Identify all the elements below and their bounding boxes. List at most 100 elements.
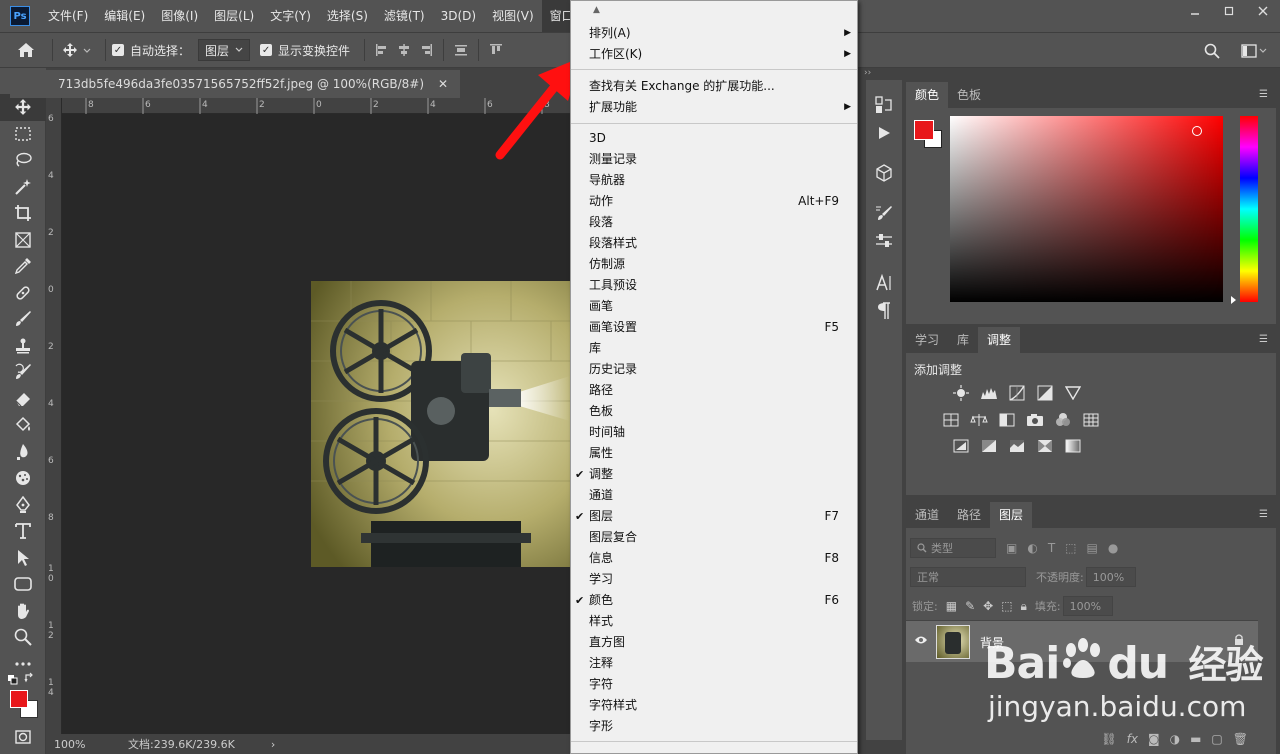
hue-slider[interactable] xyxy=(1240,116,1258,302)
curves-icon[interactable] xyxy=(1008,385,1026,401)
window-menu-item[interactable]: 动作 Alt+F9 xyxy=(571,191,857,212)
window-menu-item[interactable]: 段落 xyxy=(571,212,857,233)
layer-filter-select[interactable]: 类型 xyxy=(910,538,996,558)
tab-swatches[interactable]: 色板 xyxy=(948,82,990,108)
window-menu-item[interactable]: 注释 xyxy=(571,653,857,674)
window-menu-item[interactable]: 工具预设 xyxy=(571,275,857,296)
window-menu-item[interactable]: 字符 xyxy=(571,674,857,695)
lock-all-icon[interactable]: 🔒︎ xyxy=(1021,599,1027,614)
auto-select-dropdown[interactable]: 图层 xyxy=(198,39,251,61)
window-menu-item[interactable]: 学习 xyxy=(571,569,857,590)
invert-icon[interactable] xyxy=(952,438,970,454)
filter-type-icon[interactable]: T xyxy=(1048,541,1055,555)
window-menu-item[interactable]: 仿制源 xyxy=(571,254,857,275)
quick-mask-icon[interactable] xyxy=(0,724,46,751)
menu-filter[interactable]: 滤镜(T) xyxy=(376,0,433,32)
window-menu-item[interactable]: 直方图 xyxy=(571,632,857,653)
menu-view[interactable]: 视图(V) xyxy=(484,0,542,32)
menu-file[interactable]: 文件(F) xyxy=(40,0,96,32)
paint-bucket-tool-icon[interactable] xyxy=(0,412,46,439)
new-adjustment-icon[interactable]: ◑ xyxy=(1170,732,1180,746)
menu-scroll-up-icon[interactable]: ▲ xyxy=(593,5,600,15)
hand-tool-icon[interactable] xyxy=(0,598,46,625)
window-menu-item[interactable]: 颜色 ✔ F6 xyxy=(571,590,857,611)
fill-input[interactable]: 100% xyxy=(1062,596,1113,616)
menu-image[interactable]: 图像(I) xyxy=(153,0,206,32)
panel-menu-icon[interactable]: ☰ xyxy=(1259,334,1268,345)
history-panel-icon[interactable] xyxy=(870,92,898,118)
color-balance-icon[interactable] xyxy=(970,412,988,428)
delete-layer-icon[interactable]: 🗑︎ xyxy=(1233,732,1248,746)
brush-settings-icon[interactable] xyxy=(870,200,898,226)
tab-color[interactable]: 颜色 xyxy=(906,82,949,108)
tab-learn[interactable]: 学习 xyxy=(906,327,948,353)
filter-adjustment-icon[interactable]: ◐ xyxy=(1027,541,1037,555)
levels-icon[interactable] xyxy=(980,385,998,401)
window-menu-item[interactable]: 通道 xyxy=(571,485,857,506)
foreground-color[interactable] xyxy=(10,690,28,708)
selective-color-icon[interactable] xyxy=(1036,438,1054,454)
opacity-input[interactable]: 100% xyxy=(1085,567,1136,587)
tab-channels[interactable]: 通道 xyxy=(906,502,948,528)
menu-layer[interactable]: 图层(L) xyxy=(206,0,262,32)
window-menu-item[interactable]: 画笔 xyxy=(571,296,857,317)
close-tab-icon[interactable]: ✕ xyxy=(438,77,448,91)
filter-pixel-icon[interactable]: ▣ xyxy=(1006,541,1017,555)
window-menu-item[interactable]: 信息 F8 xyxy=(571,548,857,569)
window-menu-item[interactable]: 调整 ✔ xyxy=(571,464,857,485)
panel-menu-icon[interactable]: ☰ xyxy=(1259,89,1268,100)
brightness-icon[interactable] xyxy=(952,385,970,401)
auto-select-checkbox[interactable]: ✓ 自动选择： xyxy=(112,42,190,59)
color-picker-marker[interactable] xyxy=(1192,126,1202,136)
default-colors-icon[interactable] xyxy=(8,674,18,688)
properties-sliders-icon[interactable] xyxy=(870,228,898,254)
menu-edit[interactable]: 编辑(E) xyxy=(96,0,153,32)
window-menu-item[interactable]: 样式 xyxy=(571,611,857,632)
window-menu-item[interactable]: 路径 xyxy=(571,380,857,401)
type-tool-icon[interactable] xyxy=(0,518,46,545)
tab-layers[interactable]: 图层 xyxy=(990,502,1033,528)
actions-play-icon[interactable] xyxy=(870,120,898,146)
minimize-icon[interactable] xyxy=(1178,0,1212,22)
clone-stamp-tool-icon[interactable] xyxy=(0,333,46,360)
eyedropper-tool-icon[interactable] xyxy=(0,253,46,280)
posterize-icon[interactable] xyxy=(980,438,998,454)
photo-filter-icon[interactable] xyxy=(1026,412,1044,428)
lasso-tool-icon[interactable] xyxy=(0,147,46,174)
menu-select[interactable]: 选择(S) xyxy=(319,0,376,32)
filter-shape-icon[interactable]: ⬚ xyxy=(1065,541,1076,555)
link-layers-icon[interactable]: ⛓︎ xyxy=(1101,732,1116,746)
black-white-icon[interactable] xyxy=(998,412,1016,428)
window-menu-item[interactable]: 画笔设置 F5 xyxy=(571,317,857,338)
window-menu-item[interactable]: 导航器 xyxy=(571,170,857,191)
history-brush-tool-icon[interactable] xyxy=(0,359,46,386)
layer-style-fx-icon[interactable]: fx xyxy=(1127,732,1138,746)
filter-smart-object-icon[interactable]: ▤ xyxy=(1087,541,1098,555)
menu-type[interactable]: 文字(Y) xyxy=(262,0,319,32)
close-icon[interactable] xyxy=(1246,0,1280,22)
channel-mixer-icon[interactable] xyxy=(1054,412,1072,428)
window-menu-item[interactable]: 时间轴 xyxy=(571,422,857,443)
hue-slider-handle-icon[interactable] xyxy=(1231,296,1236,304)
marquee-tool-icon[interactable] xyxy=(0,121,46,148)
eraser-tool-icon[interactable] xyxy=(0,386,46,413)
tab-paths[interactable]: 路径 xyxy=(948,502,990,528)
document-tab[interactable]: 713db5fe496da3fe03571565752ff52f.jpeg @ … xyxy=(46,70,461,98)
lock-pixels-icon[interactable]: ✎ xyxy=(965,599,975,613)
window-menu-item[interactable]: 库 xyxy=(571,338,857,359)
threshold-icon[interactable] xyxy=(1008,438,1026,454)
crop-tool-icon[interactable] xyxy=(0,200,46,227)
swap-colors-icon[interactable] xyxy=(24,672,36,687)
add-mask-icon[interactable]: ◙ xyxy=(1148,732,1160,746)
lock-position-icon[interactable]: ✥ xyxy=(983,599,993,613)
show-transform-checkbox[interactable]: ✓ 显示变换控件 xyxy=(260,42,350,59)
distribute-icon[interactable] xyxy=(450,39,472,61)
hue-saturation-icon[interactable] xyxy=(942,412,960,428)
paragraph-panel-icon[interactable] xyxy=(870,298,898,324)
align-left-icon[interactable] xyxy=(371,39,393,61)
visibility-eye-icon[interactable] xyxy=(914,634,928,648)
pen-tool-icon[interactable] xyxy=(0,492,46,519)
collapse-dock-icon[interactable]: ›› xyxy=(858,68,906,80)
align-center-icon[interactable] xyxy=(393,39,415,61)
window-menu-item[interactable]: 色板 xyxy=(571,401,857,422)
